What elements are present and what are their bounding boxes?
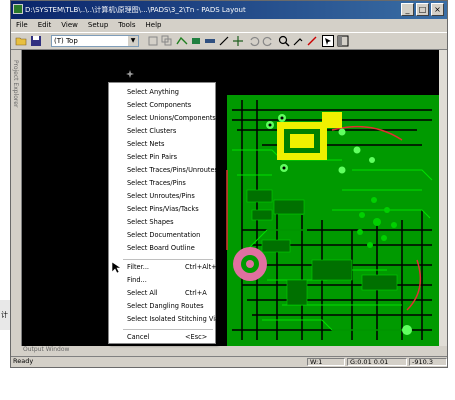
- select-mode-icon[interactable]: [322, 35, 334, 47]
- component-icon[interactable]: [190, 35, 202, 47]
- menu-edit[interactable]: Edit: [33, 19, 57, 32]
- pink-mounting-pad: [233, 247, 267, 281]
- menu-cancel-shortcut: <Esc>: [185, 333, 208, 341]
- context-menu: Select Anything Select Components Select…: [108, 82, 223, 344]
- menu-setup[interactable]: Setup: [83, 19, 113, 32]
- menu-find[interactable]: Find...: [127, 276, 147, 284]
- menu-select-unions-components[interactable]: Select Unions/Components: [127, 114, 216, 122]
- dimension-icon[interactable]: [204, 35, 216, 47]
- pan-icon[interactable]: [292, 35, 304, 47]
- menu-select-components[interactable]: Select Components: [127, 101, 191, 109]
- menu-select-traces-pins-unroutes[interactable]: Select Traces/Pins/Unroutes: [127, 166, 218, 174]
- menu-select-board-outline[interactable]: Select Board Outline: [127, 244, 195, 252]
- redo-icon[interactable]: [262, 35, 274, 47]
- menu-tools[interactable]: Tools: [113, 19, 140, 32]
- menu-filter-shortcut: Ctrl+Alt+F: [185, 263, 221, 271]
- vertical-scrollbar[interactable]: [439, 50, 447, 346]
- pcb-board-drawing: [22, 50, 440, 346]
- output-window-icon[interactable]: [337, 35, 349, 47]
- copy-icon[interactable]: [161, 35, 173, 47]
- menu-filter-label: Filter...: [127, 263, 150, 271]
- menu-file[interactable]: File: [11, 19, 33, 32]
- project-explorer-label: Project Explorer: [12, 60, 19, 108]
- save-icon[interactable]: [30, 35, 42, 47]
- status-grid: G:0.01 0.01: [347, 358, 407, 366]
- menu-select-nets[interactable]: Select Nets: [127, 140, 164, 148]
- menu-separator: [123, 329, 213, 330]
- menu-select-all-shortcut: Ctrl+A: [185, 289, 207, 297]
- drafting-icon[interactable]: [218, 35, 230, 47]
- open-folder-icon[interactable]: [15, 35, 27, 47]
- maximize-button[interactable]: □: [416, 3, 429, 16]
- menu-bar: File Edit View Setup Tools Help: [11, 19, 447, 32]
- menu-cancel-label: Cancel: [127, 333, 150, 341]
- menu-cancel[interactable]: Cancel <Esc>: [127, 333, 207, 341]
- menu-select-clusters[interactable]: Select Clusters: [127, 127, 176, 135]
- route-icon[interactable]: [176, 35, 188, 47]
- status-ready: Ready: [13, 358, 34, 365]
- menu-help[interactable]: Help: [141, 19, 167, 32]
- status-bar: Ready W:1 G:0.01 0.01 -910.3: [11, 356, 447, 367]
- window-title: D:\SYSTEM\TLB\..\..\计算机\原理图\...\PADS\3_2…: [25, 6, 246, 14]
- project-explorer-tab[interactable]: Project Explorer: [11, 50, 22, 346]
- sketch-icon[interactable]: [232, 35, 244, 47]
- pads-layout-window: D:\SYSTEM\TLB\..\..\计算机\原理图\...\PADS\3_2…: [10, 0, 448, 368]
- menu-view[interactable]: View: [56, 19, 83, 32]
- menu-select-shapes[interactable]: Select Shapes: [127, 218, 174, 226]
- minimize-button[interactable]: _: [401, 3, 414, 16]
- menu-select-pin-pairs[interactable]: Select Pin Pairs: [127, 153, 177, 161]
- output-window-label[interactable]: Output Window: [23, 346, 69, 353]
- mouse-cursor-icon: [112, 262, 122, 274]
- menu-select-dangling-routes[interactable]: Select Dangling Routes: [127, 302, 204, 310]
- menu-select-all[interactable]: Select All Ctrl+A: [127, 289, 207, 297]
- app-icon: [13, 4, 23, 14]
- menu-select-anything[interactable]: Select Anything: [127, 88, 179, 96]
- zoom-icon[interactable]: [278, 35, 290, 47]
- chevron-down-icon: ▼: [128, 36, 138, 46]
- status-width: W:1: [307, 358, 345, 366]
- layer-select-value: (T) Top: [54, 37, 78, 45]
- undo-icon[interactable]: [248, 35, 260, 47]
- display-icon[interactable]: [306, 35, 318, 47]
- close-button[interactable]: ×: [431, 3, 444, 16]
- menu-separator: [123, 259, 213, 260]
- menu-select-unroutes-pins[interactable]: Select Unroutes/Pins: [127, 192, 195, 200]
- menu-select-isolated-stitching-vias[interactable]: Select Isolated Stitching Vias: [127, 315, 223, 323]
- menu-select-pins-vias-tacks[interactable]: Select Pins/Vias/Tacks: [127, 205, 199, 213]
- title-bar[interactable]: D:\SYSTEM\TLB\..\..\计算机\原理图\...\PADS\3_2…: [11, 1, 447, 19]
- menu-select-traces-pins[interactable]: Select Traces/Pins: [127, 179, 186, 187]
- pcb-canvas[interactable]: [22, 50, 440, 346]
- properties-icon[interactable]: [147, 35, 159, 47]
- menu-select-documentation[interactable]: Select Documentation: [127, 231, 200, 239]
- menu-select-all-label: Select All: [127, 289, 158, 297]
- layer-select[interactable]: (T) Top ▼: [51, 35, 139, 47]
- status-coordinate: -910.3: [409, 358, 447, 366]
- menu-filter[interactable]: Filter... Ctrl+Alt+F: [127, 263, 221, 271]
- toolbar: (T) Top ▼: [11, 32, 447, 50]
- desktop-edge-label: 计: [1, 311, 8, 319]
